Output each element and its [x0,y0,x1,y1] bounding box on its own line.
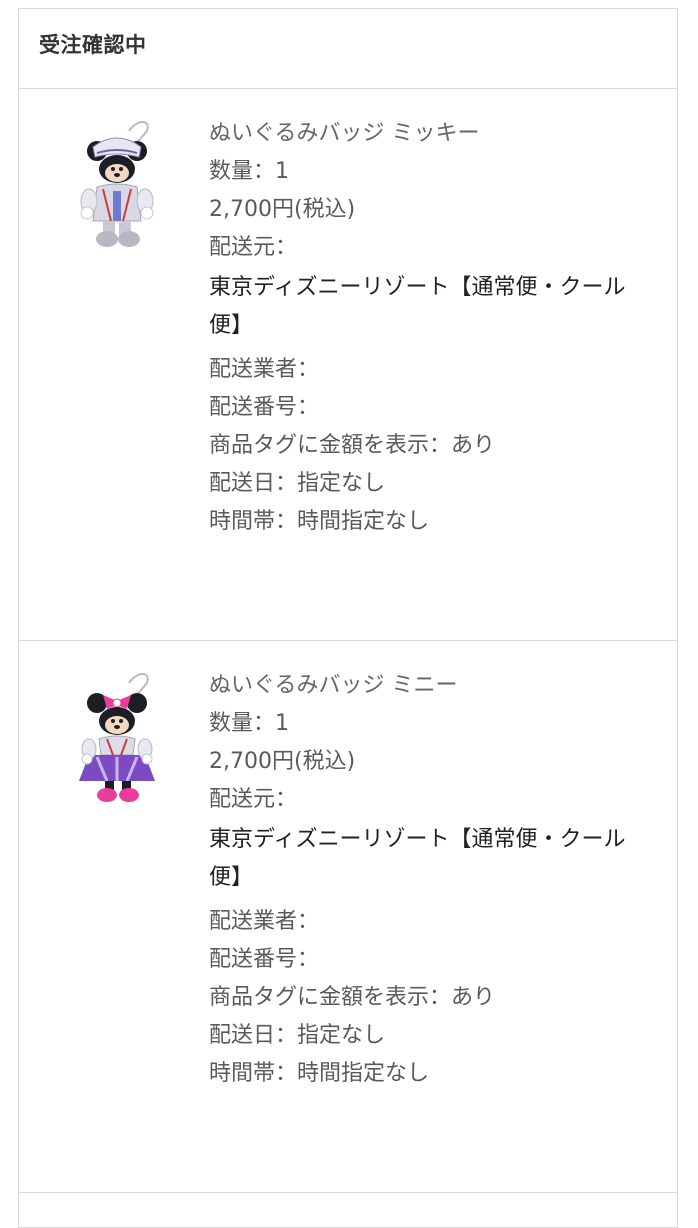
delivery-date-label: 配送日：指定なし [209,471,386,496]
delivery-date-label: 配送日：指定なし [209,1023,386,1048]
time-slot-label: 時間帯：時間指定なし [209,1061,430,1086]
item-details: ぬいぐるみバッジ ミニー 数量：1 2,700円(税込) 配送元： 東京ディズニ… [209,667,639,1093]
product-price: 2,700円(税込) [209,197,356,222]
product-quantity: 数量：1 [209,159,289,184]
product-name[interactable]: ぬいぐるみバッジ ミニー [209,667,639,705]
price-tag-label: 商品タグに金額を表示：あり [209,985,496,1010]
product-image-minnie[interactable] [67,669,171,811]
sender-value: 東京ディズニーリゾート【通常便・クール便】 [209,275,626,338]
carrier-label: 配送業者： [209,357,320,382]
top-divider [18,0,678,8]
item-details: ぬいぐるみバッジ ミッキー 数量：1 2,700円(税込) 配送元： 東京ディズ… [209,115,639,541]
sender-label: 配送元： [209,235,298,260]
sender-value: 東京ディズニーリゾート【通常便・クール便】 [209,827,626,890]
product-quantity: 数量：1 [209,711,289,736]
product-name[interactable]: ぬいぐるみバッジ ミッキー [209,115,639,153]
carrier-label: 配送業者： [209,909,320,934]
time-slot-label: 時間帯：時間指定なし [209,509,430,534]
sender-label: 配送元： [209,787,298,812]
product-price: 2,700円(税込) [209,749,356,774]
order-item: ぬいぐるみバッジ ミニー 数量：1 2,700円(税込) 配送元： 東京ディズニ… [19,641,677,1193]
product-image-mickey[interactable] [67,117,171,259]
price-tag-label: 商品タグに金額を表示：あり [209,433,496,458]
tracking-label: 配送番号： [209,947,320,972]
order-item: ぬいぐるみバッジ ミッキー 数量：1 2,700円(税込) 配送元： 東京ディズ… [19,89,677,641]
order-status-header: 受注確認中 [19,9,677,89]
order-status-title: 受注確認中 [39,33,147,57]
tracking-label: 配送番号： [209,395,320,420]
order-card: 受注確認中 ぬいぐるみバッジ ミッキー 数量：1 2,700円(税込) 配送元：… [18,8,678,1228]
